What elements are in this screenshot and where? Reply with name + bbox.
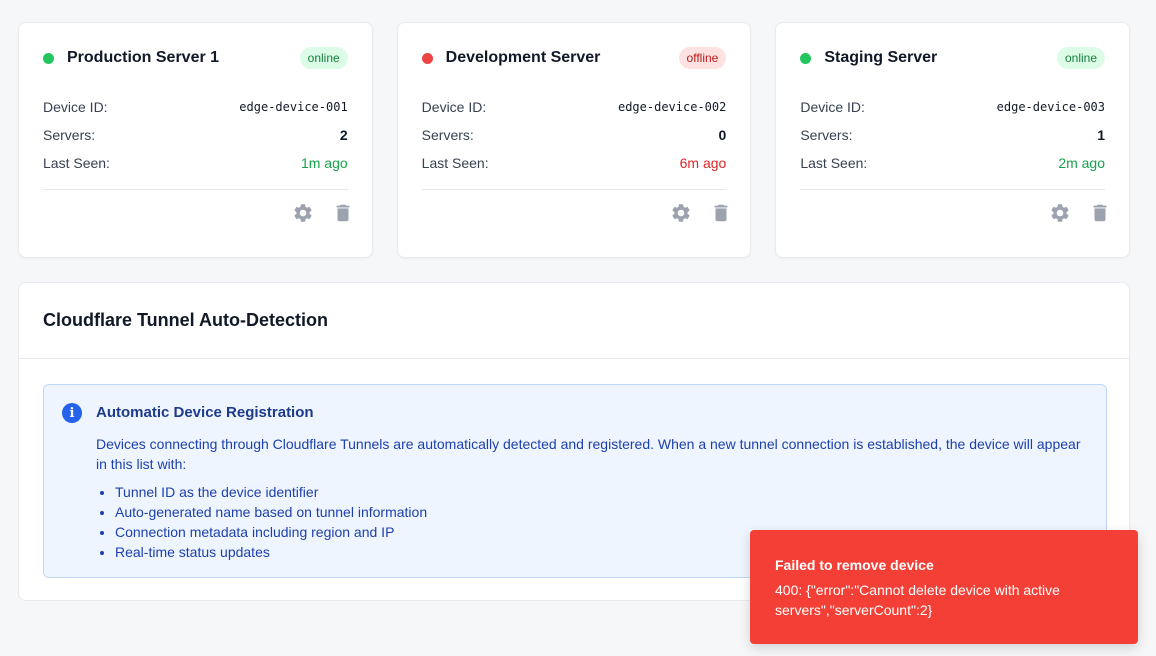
toast-message: 400: {"error":"Cannot delete device with…	[775, 582, 1060, 618]
trash-icon	[714, 204, 728, 222]
device-cards: Production Server 1 online Device ID: edg…	[18, 22, 1131, 258]
card-header: Staging Server online	[800, 23, 1106, 93]
toast-title: Failed to remove device	[775, 557, 934, 573]
delete-button[interactable]	[1086, 199, 1114, 227]
card-divider	[421, 189, 727, 190]
list-item: Real-time status updates	[115, 542, 427, 562]
servers-label: Servers:	[800, 127, 853, 143]
servers-value: 0	[718, 127, 727, 143]
servers-row: Servers: 0	[422, 121, 727, 149]
trash-icon	[336, 204, 350, 222]
status-badge: online	[1056, 47, 1106, 69]
card-actions	[1046, 199, 1114, 227]
last-seen-label: Last Seen:	[43, 155, 110, 171]
device-id-value: edge-device-001	[239, 100, 348, 114]
device-id-row: Device ID: edge-device-003	[800, 93, 1105, 121]
info-icon: i	[62, 403, 82, 423]
info-text: Devices connecting through Cloudflare Tu…	[96, 436, 1081, 472]
device-id-row: Device ID: edge-device-002	[422, 93, 727, 121]
last-seen-row: Last Seen: 2m ago	[800, 149, 1105, 177]
list-item: Connection metadata including region and…	[115, 522, 427, 542]
device-name: Staging Server	[824, 49, 938, 66]
last-seen-value: 2m ago	[1058, 155, 1106, 171]
list-item: Tunnel ID as the device identifier	[115, 482, 427, 502]
status-badge: offline	[678, 47, 727, 69]
device-id-value: edge-device-003	[996, 100, 1106, 114]
info-list: Tunnel ID as the device identifier Auto-…	[115, 482, 427, 562]
last-seen-label: Last Seen:	[421, 155, 489, 171]
card-actions	[289, 199, 357, 227]
device-card: Production Server 1 online Device ID: edg…	[18, 22, 373, 258]
panel-title: Cloudflare Tunnel Auto-Detection	[43, 310, 328, 330]
device-id-label: Device ID:	[800, 99, 865, 115]
device-id-row: Device ID: edge-device-001	[43, 93, 348, 121]
device-name: Development Server	[445, 49, 601, 66]
card-actions	[667, 199, 735, 227]
servers-label: Servers:	[421, 127, 474, 143]
status-dot	[43, 52, 54, 64]
status-badge: online	[299, 47, 348, 69]
card-divider	[43, 189, 348, 190]
last-seen-value: 1m ago	[300, 155, 348, 171]
device-id-label: Device ID:	[43, 99, 108, 115]
delete-button[interactable]	[707, 199, 735, 227]
servers-value: 2	[339, 127, 348, 143]
gear-icon	[1051, 204, 1069, 222]
device-card: Staging Server online Device ID: edge-dev…	[775, 22, 1131, 258]
status-dot	[421, 52, 433, 64]
last-seen-row: Last Seen: 1m ago	[43, 149, 348, 177]
settings-button[interactable]	[667, 199, 695, 227]
servers-value: 1	[1097, 127, 1106, 143]
card-divider	[800, 189, 1106, 190]
settings-button[interactable]	[1046, 199, 1074, 227]
last-seen-value: 6m ago	[679, 155, 727, 171]
settings-button[interactable]	[289, 199, 317, 227]
device-card: Development Server offline Device ID: edg…	[396, 22, 752, 258]
servers-row: Servers: 1	[800, 121, 1105, 149]
servers-row: Servers: 2	[43, 121, 348, 149]
gear-icon	[294, 204, 312, 222]
card-header: Production Server 1 online	[43, 23, 348, 93]
gear-icon	[672, 204, 690, 222]
list-item: Auto-generated name based on tunnel info…	[115, 502, 427, 522]
error-toast[interactable]: Failed to remove device 400: {"error":"C…	[750, 530, 1138, 644]
device-id-label: Device ID:	[421, 99, 487, 115]
device-name: Production Server 1	[67, 49, 220, 66]
device-id-value: edge-device-002	[617, 100, 727, 114]
panel-header: Cloudflare Tunnel Auto-Detection	[19, 283, 1129, 359]
last-seen-label: Last Seen:	[800, 155, 868, 171]
last-seen-row: Last Seen: 6m ago	[422, 149, 727, 177]
info-title: Automatic Device Registration	[96, 404, 314, 421]
status-dot	[800, 52, 812, 64]
servers-label: Servers:	[43, 127, 96, 143]
delete-button[interactable]	[329, 199, 357, 227]
card-header: Development Server offline	[421, 23, 727, 93]
trash-icon	[1093, 204, 1107, 222]
